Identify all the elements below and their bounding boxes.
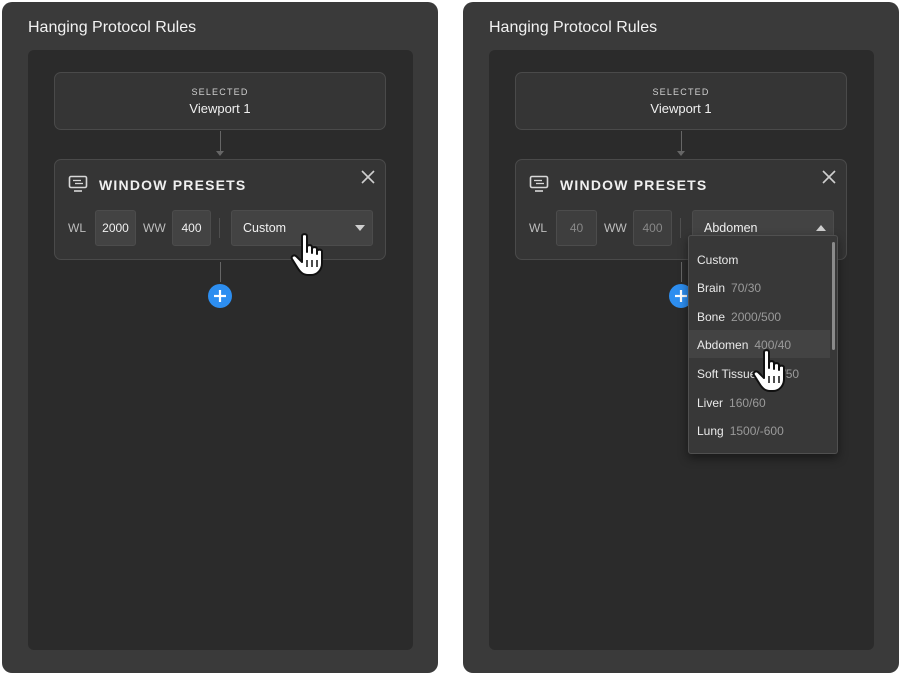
dropdown-option-lung[interactable]: Lung 1500/-600 [689,416,830,444]
chevron-up-icon [816,225,826,231]
selected-viewport-card[interactable]: SELECTED Viewport 1 [515,72,847,130]
option-value: 1500/-600 [729,424,784,438]
option-name: Brain [697,281,726,295]
connector-arrow-icon [677,151,685,156]
monitor-icon [68,175,88,192]
wl-label: WL [529,221,547,235]
window-presets-title: WINDOW PRESETS [560,177,708,193]
ww-input[interactable] [172,210,211,246]
dropdown-scrollbar[interactable] [832,242,835,350]
ww-label: WW [604,221,627,235]
panel-title: Hanging Protocol Rules [489,19,658,36]
option-name: Bone [697,310,726,324]
option-name: Soft Tissue [697,367,757,381]
connector-line [220,131,221,151]
option-name: Custom [697,253,739,267]
wl-input[interactable] [556,210,597,246]
field-divider [680,218,681,238]
selected-label: SELECTED [191,87,249,97]
dropdown-option-bone[interactable]: Bone 2000/500 [689,302,830,330]
option-value: 400/50 [762,367,800,381]
plus-icon [675,290,687,302]
window-presets-card: WINDOW PRESETS WL WW Custom [54,159,386,260]
option-value: 400/40 [754,338,792,352]
preset-dropdown-menu: Custom Brain 70/30 Bone 2000/500 Abdomen 40… [688,235,838,454]
ww-input[interactable] [633,210,672,246]
dropdown-option-abdomen[interactable]: Abdomen 400/40 [689,330,830,358]
selected-value: Viewport 1 [650,101,712,116]
connector-arrow-icon [216,151,224,156]
connector-line [220,262,221,282]
window-presets-title: WINDOW PRESETS [99,177,247,193]
preset-select[interactable]: Custom [231,210,373,246]
wl-input[interactable] [95,210,136,246]
field-divider [219,218,220,238]
option-value: 2000/500 [731,310,782,324]
option-name: Lung [697,424,724,438]
option-value: 70/30 [731,281,762,295]
hanging-protocol-panel-right: Hanging Protocol Rules SELECTED Viewport… [463,2,899,673]
ww-label: WW [143,221,166,235]
preset-select-value: Abdomen [704,221,758,235]
dropdown-option-soft-tissue[interactable]: Soft Tissue 400/50 [689,359,830,387]
add-rule-button[interactable] [208,284,232,308]
dropdown-option-liver[interactable]: Liver 160/60 [689,388,830,416]
close-icon[interactable] [360,169,376,185]
selected-viewport-card[interactable]: SELECTED Viewport 1 [54,72,386,130]
selected-label: SELECTED [652,87,710,97]
selected-value: Viewport 1 [189,101,251,116]
connector-line [681,131,682,151]
dropdown-option-custom[interactable]: Custom [689,245,830,273]
dropdown-option-brain[interactable]: Brain 70/30 [689,273,830,301]
close-icon[interactable] [821,169,837,185]
preset-select-value: Custom [243,221,287,235]
panel-title: Hanging Protocol Rules [28,19,197,36]
chevron-down-icon [355,225,365,231]
option-name: Abdomen [697,338,749,352]
option-name: Liver [697,396,724,410]
connector-line [681,262,682,282]
plus-icon [214,290,226,302]
rules-canvas: SELECTED Viewport 1 WINDOW PRESETS WL WW [28,50,413,650]
wl-label: WL [68,221,86,235]
monitor-icon [529,175,549,192]
option-value: 160/60 [729,396,766,410]
hanging-protocol-panel-left: Hanging Protocol Rules SELECTED Viewport… [2,2,438,673]
